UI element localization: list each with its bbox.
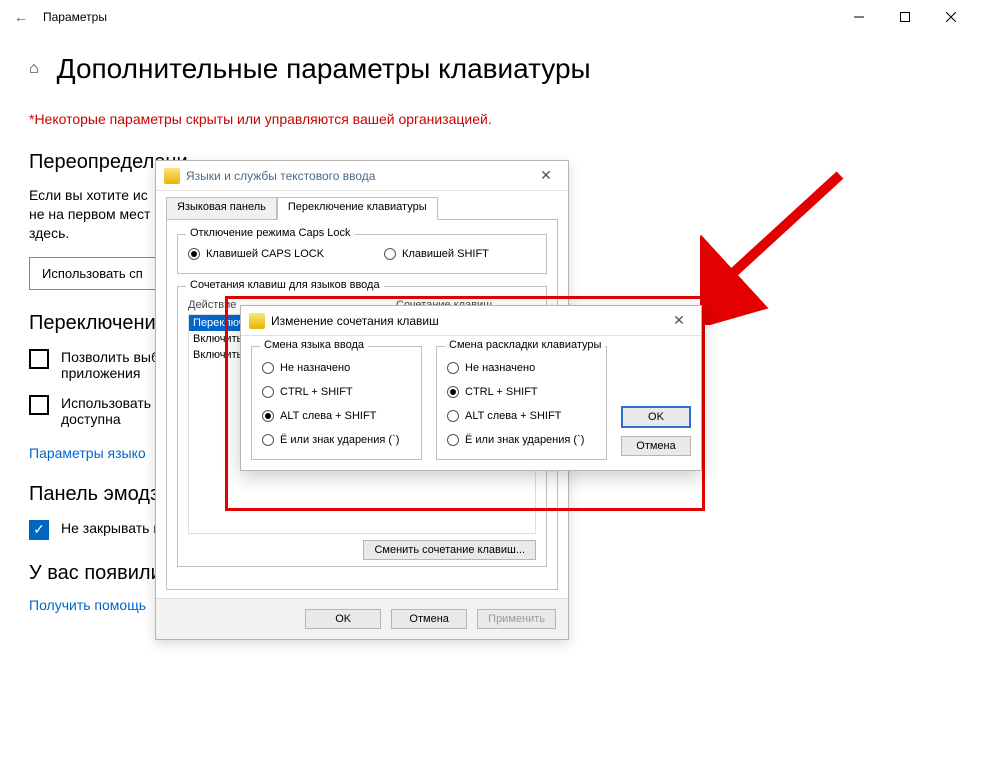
opt-label: Ё или знак ударения (`) bbox=[465, 434, 584, 446]
use-available-checkbox[interactable] bbox=[29, 395, 49, 415]
right-radio-ctrl[interactable]: CTRL + SHIFT bbox=[447, 386, 596, 398]
radio-icon bbox=[262, 362, 274, 374]
radio-icon bbox=[384, 248, 396, 260]
dlg2-cancel-button[interactable]: Отмена bbox=[621, 436, 691, 456]
caps-opt2-label: Клавишей SHIFT bbox=[402, 248, 489, 260]
dlg2-ok-button[interactable]: OK bbox=[621, 406, 691, 428]
override-dropdown[interactable]: Использовать сп bbox=[29, 257, 156, 290]
page-header: ⌂ Дополнительные параметры клавиатуры bbox=[29, 53, 954, 85]
input-language-group: Смена языка ввода Не назначено CTRL + SH… bbox=[251, 346, 422, 460]
change-hotkey-button[interactable]: Сменить сочетание клавиш... bbox=[363, 540, 536, 560]
tabstrip: Языковая панель Переключение клавиатуры bbox=[166, 197, 558, 220]
caps-opt1-label: Клавишей CAPS LOCK bbox=[206, 248, 324, 260]
opt-label: Не назначено bbox=[280, 362, 350, 374]
dlg2-title: Изменение сочетания клавиш bbox=[271, 314, 439, 328]
radio-icon bbox=[262, 386, 274, 398]
right-radio-none[interactable]: Не назначено bbox=[447, 362, 596, 374]
capslock-legend: Отключение режима Caps Lock bbox=[186, 227, 355, 239]
layout-group: Смена раскладки клавиатуры Не назначено … bbox=[436, 346, 607, 460]
left-radio-none[interactable]: Не назначено bbox=[262, 362, 411, 374]
dlg2-close-button[interactable]: ✕ bbox=[665, 312, 693, 329]
input-language-legend: Смена языка ввода bbox=[260, 339, 368, 351]
allow-select-checkbox[interactable] bbox=[29, 349, 49, 369]
hotkeys-legend: Сочетания клавиш для языков ввода bbox=[186, 279, 384, 291]
tab-keyboard-switch[interactable]: Переключение клавиатуры bbox=[277, 197, 438, 220]
capslock-group: Отключение режима Caps Lock Клавишей CAP… bbox=[177, 234, 547, 274]
radio-icon bbox=[262, 410, 274, 422]
dlg1-ok-button[interactable]: OK bbox=[305, 609, 381, 629]
right-radio-yo[interactable]: Ё или знак ударения (`) bbox=[447, 434, 596, 446]
admin-warning: *Некоторые параметры скрыты или управляю… bbox=[29, 111, 954, 127]
right-radio-alt[interactable]: ALT слева + SHIFT bbox=[447, 410, 596, 422]
opt-label: Не назначено bbox=[465, 362, 535, 374]
dlg1-apply-button: Применить bbox=[477, 609, 556, 629]
opt-label: CTRL + SHIFT bbox=[280, 386, 353, 398]
dlg1-titlebar: Языки и службы текстового ввода ✕ bbox=[156, 161, 568, 191]
opt-label: ALT слева + SHIFT bbox=[280, 410, 376, 422]
keyboard-icon bbox=[164, 168, 180, 184]
radio-icon bbox=[188, 248, 200, 260]
allow-select-label: Позволить выб приложения bbox=[61, 349, 159, 381]
keyboard-icon bbox=[249, 313, 265, 329]
dlg1-cancel-button[interactable]: Отмена bbox=[391, 609, 467, 629]
window-buttons bbox=[836, 1, 974, 33]
caps-radio-capslock[interactable]: Клавишей CAPS LOCK bbox=[188, 248, 324, 260]
emoji-checkbox[interactable] bbox=[29, 520, 49, 540]
opt-label: Ё или знак ударения (`) bbox=[280, 434, 399, 446]
radio-icon bbox=[447, 386, 459, 398]
layout-legend: Смена раскладки клавиатуры bbox=[445, 339, 605, 351]
home-icon[interactable]: ⌂ bbox=[29, 60, 39, 78]
radio-icon bbox=[447, 410, 459, 422]
window-title: Параметры bbox=[43, 10, 107, 24]
radio-icon bbox=[447, 434, 459, 446]
minimize-button[interactable] bbox=[836, 1, 882, 33]
page-title: Дополнительные параметры клавиатуры bbox=[57, 53, 591, 85]
dlg1-footer: OK Отмена Применить bbox=[156, 598, 568, 639]
dlg2-body: Смена языка ввода Не назначено CTRL + SH… bbox=[241, 336, 701, 470]
radio-icon bbox=[447, 362, 459, 374]
opt-label: ALT слева + SHIFT bbox=[465, 410, 561, 422]
tab-language-panel[interactable]: Языковая панель bbox=[166, 197, 277, 219]
left-radio-ctrl[interactable]: CTRL + SHIFT bbox=[262, 386, 411, 398]
dlg2-titlebar: Изменение сочетания клавиш ✕ bbox=[241, 306, 701, 336]
maximize-button[interactable] bbox=[882, 1, 928, 33]
left-radio-alt[interactable]: ALT слева + SHIFT bbox=[262, 410, 411, 422]
titlebar: ← Параметры bbox=[1, 1, 982, 33]
radio-icon bbox=[262, 434, 274, 446]
dlg2-buttons: OK Отмена bbox=[621, 346, 691, 456]
close-button[interactable] bbox=[928, 1, 974, 33]
dlg1-title: Языки и службы текстового ввода bbox=[186, 169, 375, 183]
use-available-label: Использовать доступна bbox=[61, 395, 151, 427]
opt-label: CTRL + SHIFT bbox=[465, 386, 538, 398]
left-radio-yo[interactable]: Ё или знак ударения (`) bbox=[262, 434, 411, 446]
dlg1-close-button[interactable]: ✕ bbox=[532, 167, 560, 184]
back-button[interactable]: ← bbox=[9, 9, 33, 25]
caps-radio-shift[interactable]: Клавишей SHIFT bbox=[384, 248, 489, 260]
change-hotkey-dialog: Изменение сочетания клавиш ✕ Смена языка… bbox=[240, 305, 702, 471]
